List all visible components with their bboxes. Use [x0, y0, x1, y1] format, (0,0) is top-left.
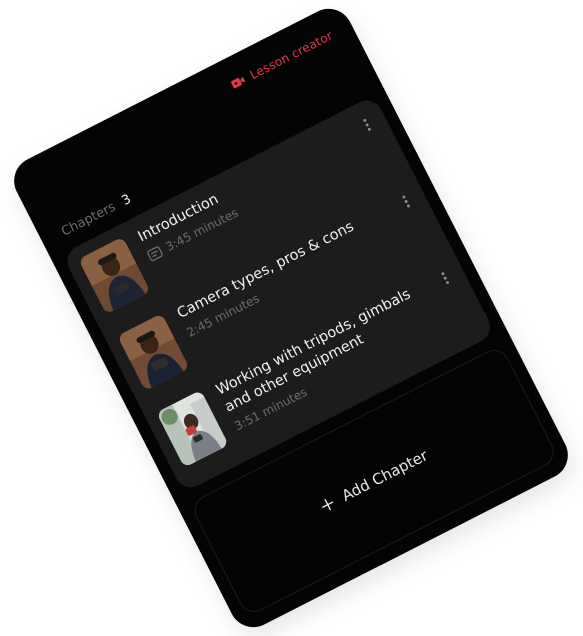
stage: Lesson creator Chapters 3 Introduction 3… — [0, 0, 583, 636]
more-vertical-icon[interactable] — [433, 266, 455, 289]
lesson-creator-label: Lesson creator — [247, 28, 335, 83]
outdoor-photo-icon — [156, 389, 229, 468]
plus-icon — [318, 495, 337, 514]
more-vertical-icon[interactable] — [394, 190, 416, 213]
add-chapter-label: Add Chapter — [338, 446, 431, 505]
chapters-count: 3 — [119, 191, 134, 209]
person-photo-icon — [117, 313, 190, 392]
more-vertical-icon[interactable] — [355, 113, 377, 136]
chapter-title: Introduction — [135, 191, 222, 246]
slides-icon — [146, 245, 164, 262]
person-photo-icon — [78, 236, 151, 315]
video-camera-icon — [229, 74, 247, 91]
lesson-creator-link[interactable]: Lesson creator — [229, 28, 335, 91]
lesson-card: Lesson creator Chapters 3 Introduction 3… — [5, 0, 577, 636]
